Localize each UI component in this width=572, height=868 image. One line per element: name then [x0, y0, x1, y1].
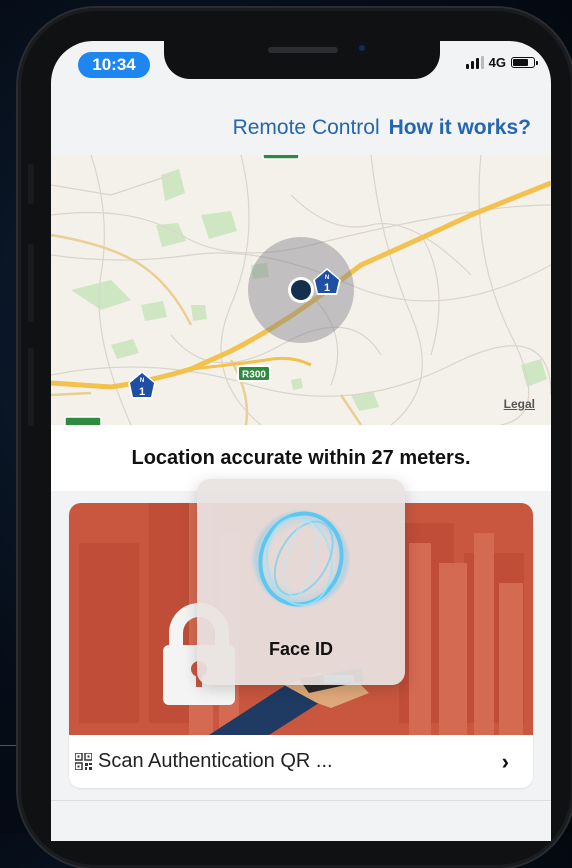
status-time-text: 10:34 — [92, 55, 136, 74]
face-id-label: Face ID — [268, 639, 334, 659]
route-shield-partial-bottom — [64, 416, 102, 425]
status-time[interactable]: 10:34 — [78, 52, 150, 78]
side-button-volume-down — [28, 348, 34, 426]
bottom-divider — [51, 800, 551, 801]
face-id-overlay: Face ID — [197, 479, 405, 685]
how-it-works-link[interactable]: How it works? — [389, 116, 531, 140]
svg-text:N: N — [140, 378, 144, 384]
side-button-mute — [28, 164, 34, 204]
page-title: Remote Control — [232, 116, 380, 139]
battery-level — [513, 59, 528, 66]
front-camera — [356, 42, 368, 54]
speaker-grille — [268, 47, 338, 53]
current-location-dot — [291, 280, 311, 300]
app-header: Remote Control How it works? — [51, 101, 551, 155]
location-accuracy-text: Location accurate within 27 meters. — [131, 446, 471, 469]
route-shield-r300-text: R300 — [242, 370, 266, 381]
battery-icon — [511, 57, 538, 68]
scan-qr-row[interactable]: Scan Authentication QR ... › — [69, 735, 533, 788]
map-legal-link[interactable]: Legal — [504, 397, 535, 411]
phone-screen: 10:34 4G Remote Control How it works? N … — [51, 41, 551, 841]
signal-icon — [465, 56, 484, 69]
chevron-right-icon: › — [501, 748, 509, 774]
route-shield-number-b: 1 — [139, 386, 145, 398]
route-shield-number-a: 1 — [324, 282, 330, 294]
svg-text:N: N — [325, 275, 329, 281]
network-label: 4G — [488, 55, 506, 70]
qr-code-icon — [75, 753, 92, 770]
map-canvas: N 1 N 1 R300 — [51, 155, 551, 425]
side-button-volume-up — [28, 244, 34, 322]
notch — [164, 41, 440, 79]
scan-qr-label: Scan Authentication QR ... — [98, 750, 333, 772]
route-shield-r300: R300 — [237, 365, 271, 382]
face-id-icon — [251, 509, 351, 609]
status-indicators: 4G — [465, 55, 538, 70]
location-map[interactable]: N 1 N 1 R300 Legal — [51, 155, 551, 425]
route-shield-partial-top — [262, 155, 300, 160]
